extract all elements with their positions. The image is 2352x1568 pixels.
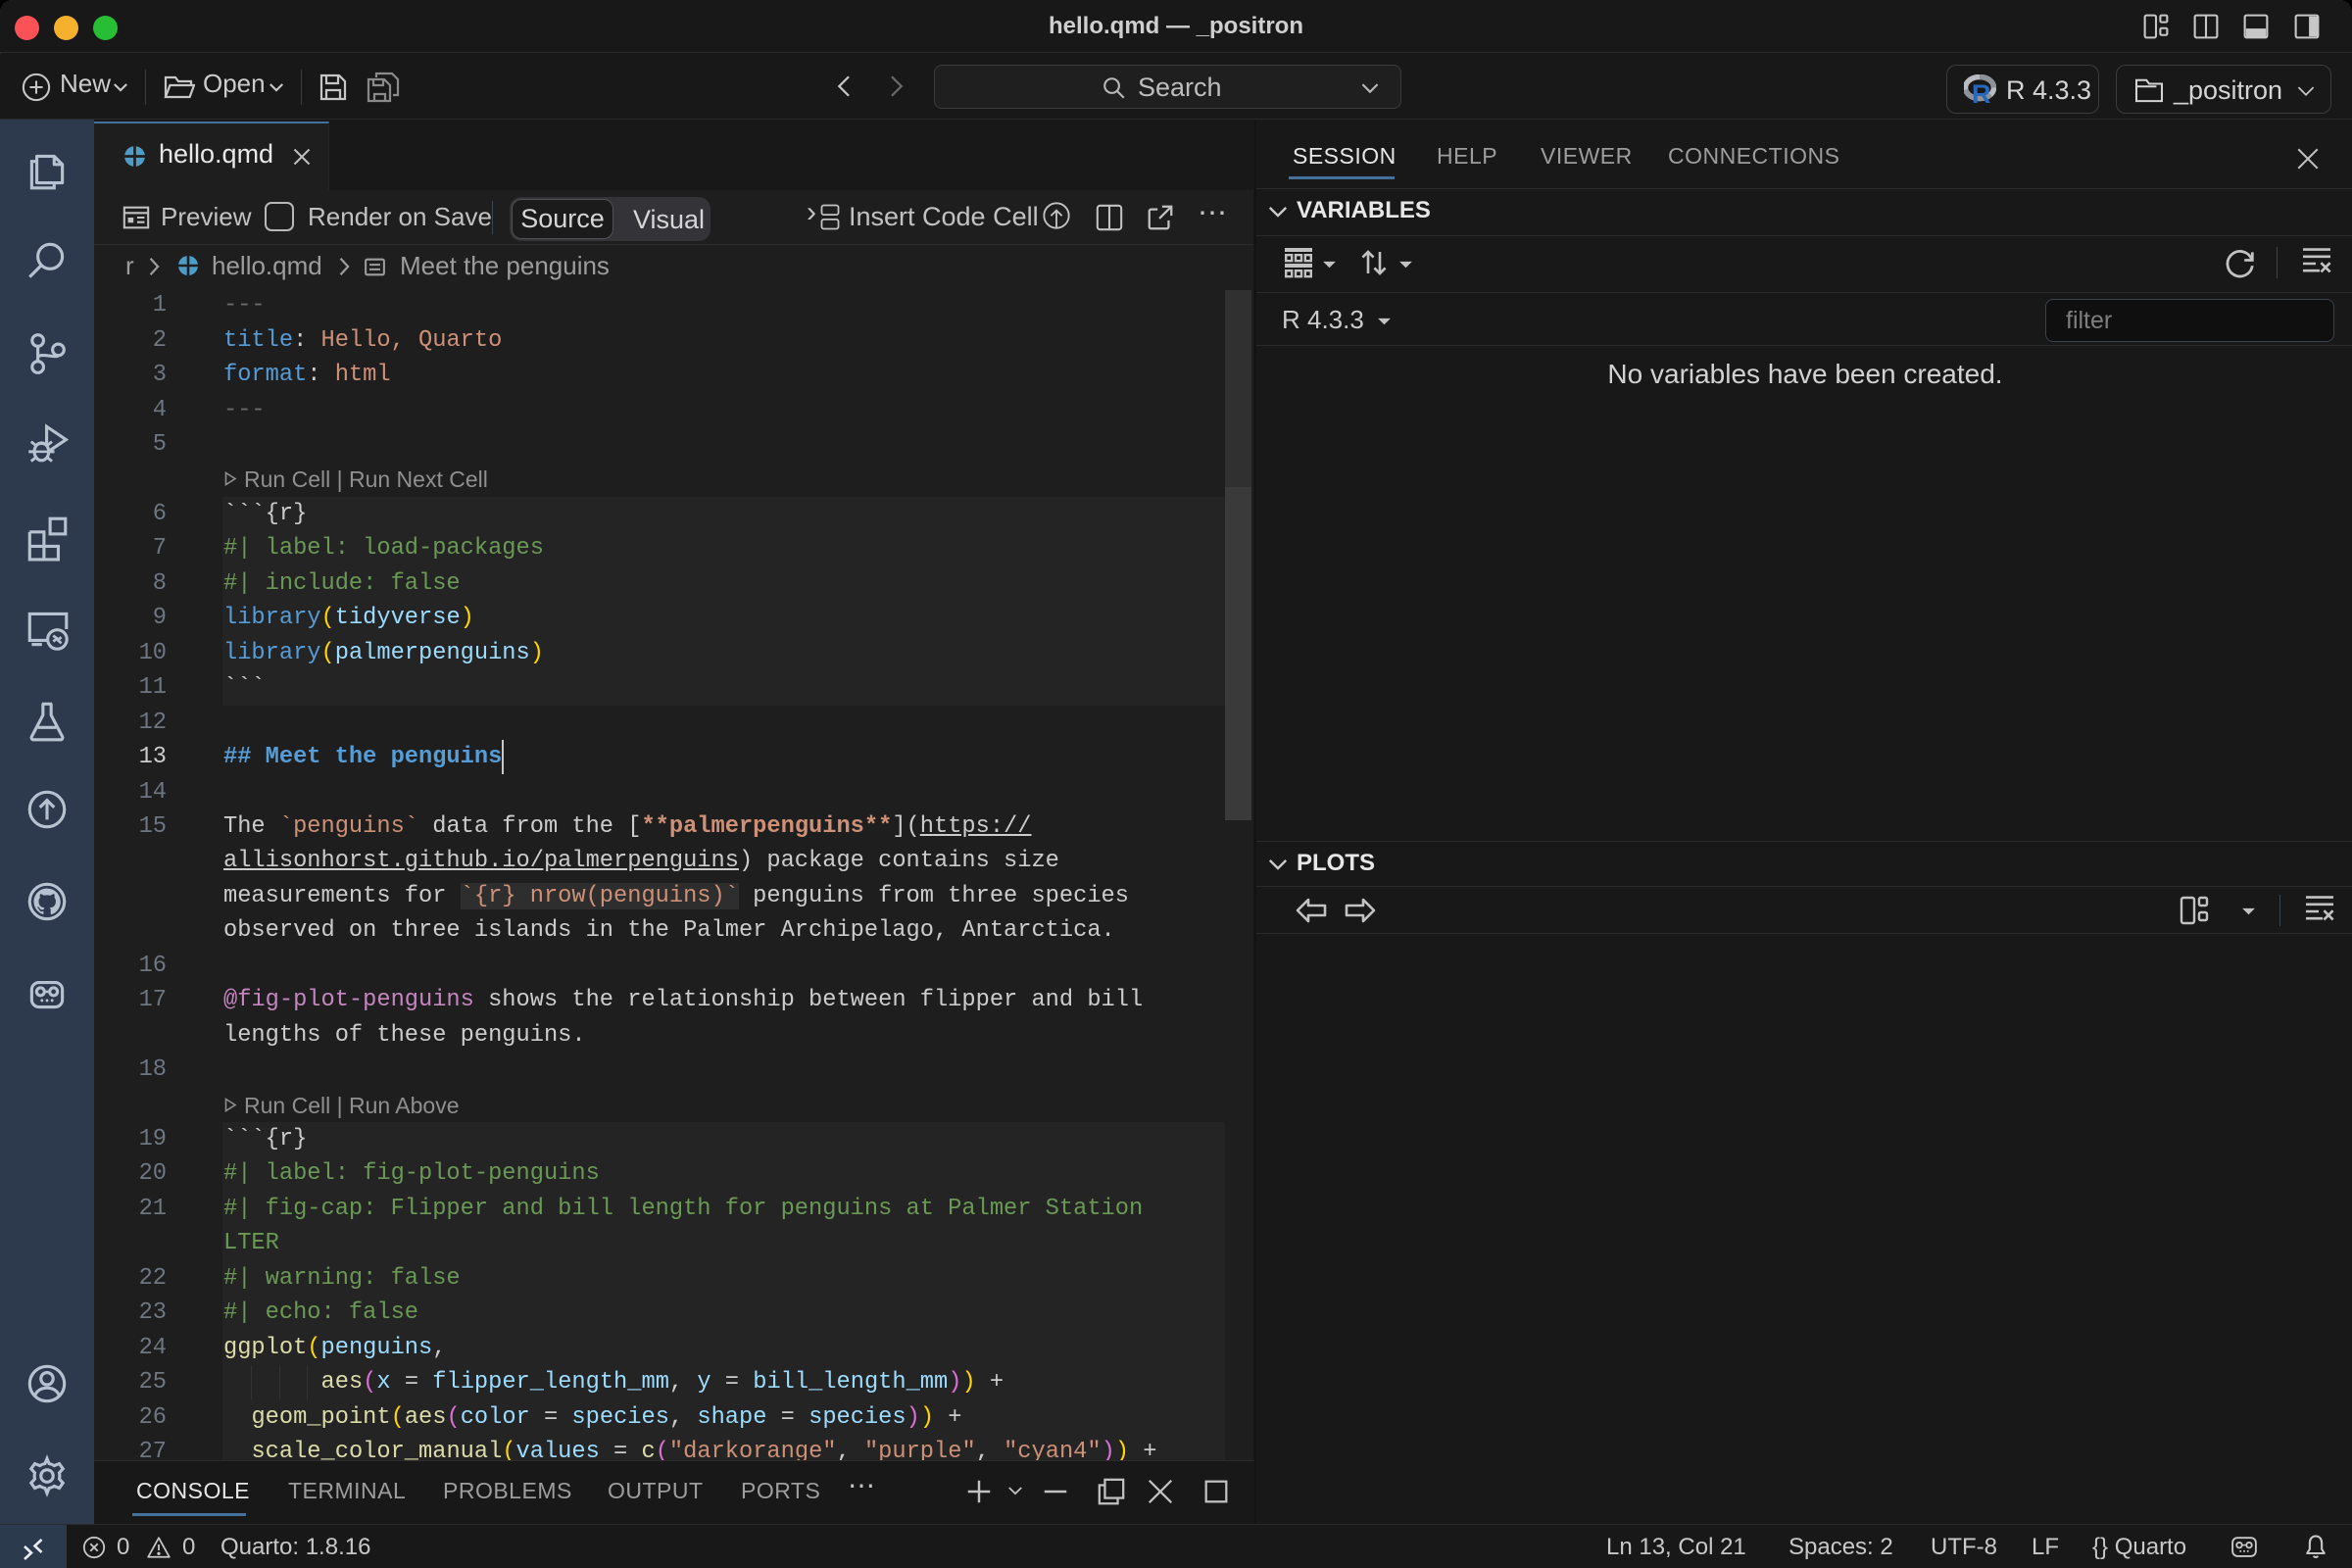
svg-text:R: R: [1972, 79, 1991, 105]
